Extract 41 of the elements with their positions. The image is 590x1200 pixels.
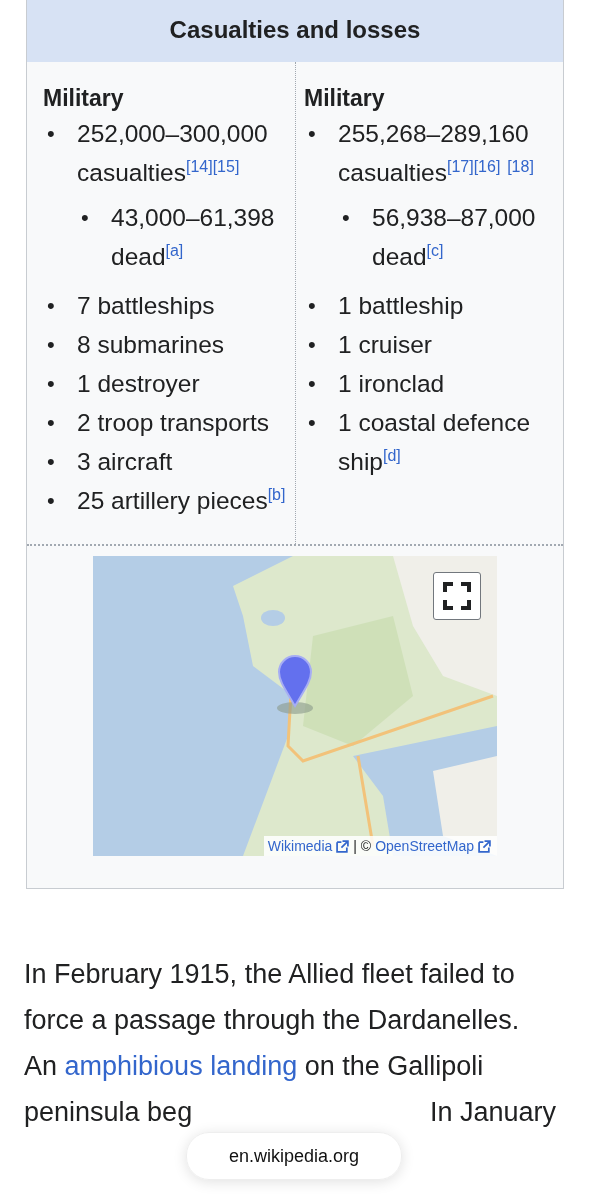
- article-link[interactable]: amphibious landing: [64, 1051, 298, 1081]
- fullscreen-icon: [443, 582, 471, 610]
- bullet: •: [47, 487, 56, 515]
- external-link-icon: [478, 839, 491, 853]
- bullet: •: [308, 409, 317, 437]
- bullet: •: [308, 370, 317, 398]
- attribution-link[interactable]: Wikimedia: [267, 838, 333, 854]
- list-item-text: 1 ironclad: [338, 369, 446, 399]
- list-item-text: 1 coastal defence ship$^{[d]}$: [338, 408, 532, 477]
- attribution-separator: | ©: [353, 838, 372, 854]
- list-item-text: 1 battleship: [338, 291, 465, 321]
- list-item-text: 1 destroyer: [77, 369, 201, 399]
- list-item-text: 43,000–61,398 dead$^{[a]}$: [111, 203, 276, 272]
- list-item-text: 25 artillery pieces$^{[b]}$: [77, 484, 287, 516]
- list-item-text: 8 submarines: [77, 330, 226, 360]
- bullet: •: [308, 292, 317, 320]
- bullet: •: [81, 204, 90, 232]
- bullet: •: [342, 204, 351, 232]
- paragraph-fragment: peninsula beg: [24, 1096, 193, 1129]
- bullet: •: [308, 331, 317, 359]
- bullet: •: [47, 292, 56, 320]
- infobox-header: Casualties and losses: [169, 16, 421, 44]
- bullet: •: [308, 120, 317, 148]
- bullet: •: [47, 370, 56, 398]
- address-bar[interactable]: en.wikipedia.org: [186, 1132, 402, 1180]
- external-link-icon: [336, 839, 350, 853]
- list-item-text: 3 aircraft: [77, 447, 174, 477]
- column-heading: Military: [304, 84, 385, 113]
- bullet: •: [47, 331, 56, 359]
- list-item-text: 7 battleships: [77, 291, 216, 321]
- bullet: •: [47, 448, 56, 476]
- list-item-text: 1 cruiser: [338, 330, 433, 360]
- fullscreen-button[interactable]: [433, 572, 481, 620]
- bullet: •: [47, 409, 56, 437]
- bullet: •: [47, 120, 56, 148]
- list-item-text: 56,938–87,000 dead$^{[c]}$: [372, 203, 537, 272]
- attribution-link[interactable]: OpenStreetMap: [375, 838, 474, 854]
- paragraph-fragment: In January: [429, 1096, 556, 1129]
- list-item-text: 2 troop transports: [77, 408, 271, 438]
- column-heading: Military: [43, 84, 124, 113]
- list-item-text: 252,000–300,000 casualties$^{[14][15]}$: [77, 119, 269, 188]
